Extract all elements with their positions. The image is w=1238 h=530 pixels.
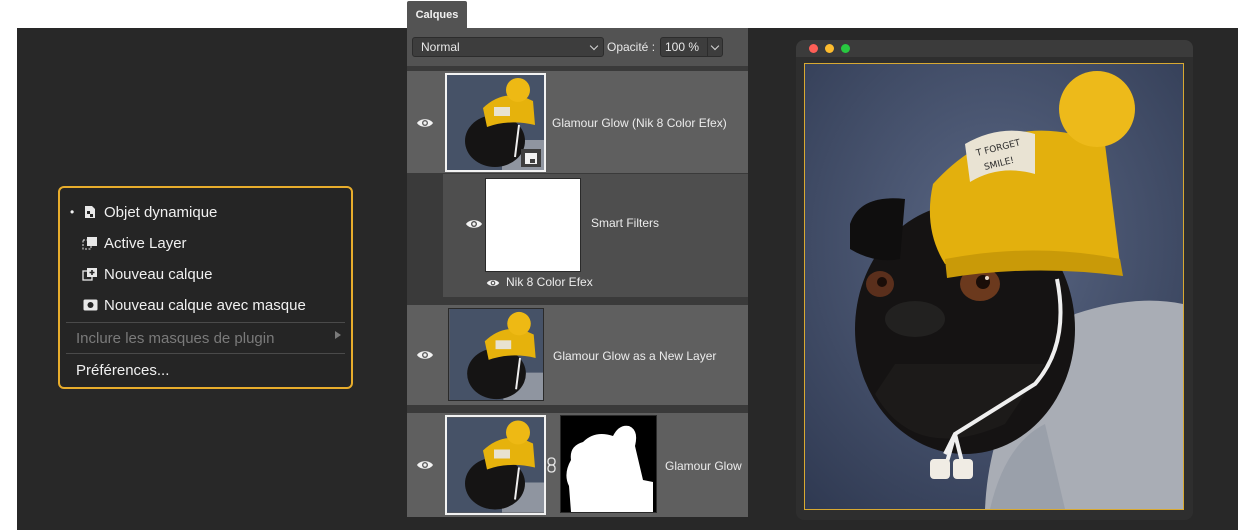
pug-thumbnail-image — [447, 417, 544, 513]
checkmark-bullet-icon: • — [70, 205, 75, 219]
window-titlebar[interactable] — [796, 40, 1193, 57]
mask-silhouette-image — [566, 425, 653, 512]
active-layer-icon — [80, 236, 100, 250]
tab-layers[interactable]: Calques — [407, 1, 467, 28]
layer-thumbnail[interactable] — [448, 308, 544, 401]
menu-item-smart-object[interactable]: • Objet dynamique — [70, 201, 217, 223]
menu-item-active-layer[interactable]: Active Layer — [70, 232, 187, 254]
smart-filter-mask-thumbnail[interactable] — [485, 178, 581, 272]
menu-divider — [66, 322, 345, 323]
visibility-eye-icon[interactable] — [465, 218, 483, 230]
plugin-output-menu: • Objet dynamique Active Layer Nouveau c… — [58, 186, 353, 389]
menu-item-new-layer-with-mask[interactable]: Nouveau calque avec masque — [70, 294, 306, 316]
menu-item-new-layer[interactable]: Nouveau calque — [70, 263, 212, 285]
menu-divider — [66, 353, 345, 354]
layer-name: Glamour Glow as a New Layer — [553, 349, 717, 363]
layer-thumbnail[interactable] — [445, 73, 546, 172]
layer-thumbnail[interactable] — [445, 415, 546, 515]
close-window-icon[interactable] — [809, 44, 818, 53]
layers-toolbar: Normal Opacité : 100 % — [407, 28, 748, 66]
layer-row-glamour-glow-new-layer[interactable]: Glamour Glow as a New Layer — [407, 305, 748, 405]
menu-item-label: Nouveau calque — [104, 265, 213, 283]
opacity-dropdown-button[interactable] — [707, 37, 723, 57]
pug-thumbnail-image — [449, 309, 543, 400]
canvas-image[interactable]: T FORGET SMILE! — [804, 63, 1184, 510]
menu-item-preferences[interactable]: Préférences... — [76, 359, 169, 381]
layer-mask-thumbnail[interactable] — [560, 415, 657, 513]
filter-visibility-eye-icon[interactable] — [486, 278, 500, 288]
new-layer-icon — [80, 267, 100, 281]
opacity-input[interactable]: 100 % — [660, 37, 708, 57]
link-chain-icon[interactable] — [547, 457, 556, 473]
layer-row-glamour-glow[interactable]: Glamour Glow — [407, 413, 748, 517]
menu-item-label: Inclure les masques de plugin — [76, 329, 275, 347]
layer-name: Glamour Glow — [665, 459, 742, 473]
menu-item-label: Préférences... — [76, 361, 170, 379]
chevron-down-icon — [589, 41, 599, 51]
pug-photo-image: T FORGET SMILE! — [805, 64, 1183, 509]
visibility-eye-icon[interactable] — [416, 349, 434, 361]
document-window: T FORGET SMILE! — [796, 40, 1193, 520]
pug-thumbnail-image — [447, 75, 544, 170]
opacity-label: Opacité : — [607, 40, 656, 54]
new-layer-mask-icon — [80, 299, 100, 311]
layer-name: Smart Filters — [591, 216, 660, 230]
menu-item-include-plugin-masks[interactable]: Inclure les masques de plugin — [76, 327, 274, 349]
filter-name[interactable]: Nik 8 Color Efex — [506, 275, 593, 289]
opacity-value: 100 % — [665, 40, 700, 54]
smart-filters-row[interactable]: Smart Filters Nik 8 Color Efex — [443, 174, 748, 297]
visibility-eye-icon[interactable] — [416, 117, 434, 129]
zoom-window-icon[interactable] — [841, 44, 850, 53]
menu-item-label: Active Layer — [104, 234, 187, 252]
minimize-window-icon[interactable] — [825, 44, 834, 53]
submenu-arrow-icon — [335, 331, 341, 339]
menu-item-label: Nouveau calque avec masque — [104, 296, 306, 314]
smart-object-icon — [80, 205, 100, 219]
layers-panel: Normal Opacité : 100 % Glamour Glow (Nik… — [407, 28, 748, 517]
chevron-down-icon — [710, 41, 720, 51]
visibility-eye-icon[interactable] — [416, 459, 434, 471]
blend-mode-select[interactable]: Normal — [412, 37, 604, 57]
layer-row-glamour-glow-nik[interactable]: Glamour Glow (Nik 8 Color Efex) — [407, 71, 748, 173]
blend-mode-value: Normal — [421, 40, 460, 54]
layer-name: Glamour Glow (Nik 8 Color Efex) — [552, 116, 727, 130]
menu-item-label: Objet dynamique — [104, 203, 218, 221]
